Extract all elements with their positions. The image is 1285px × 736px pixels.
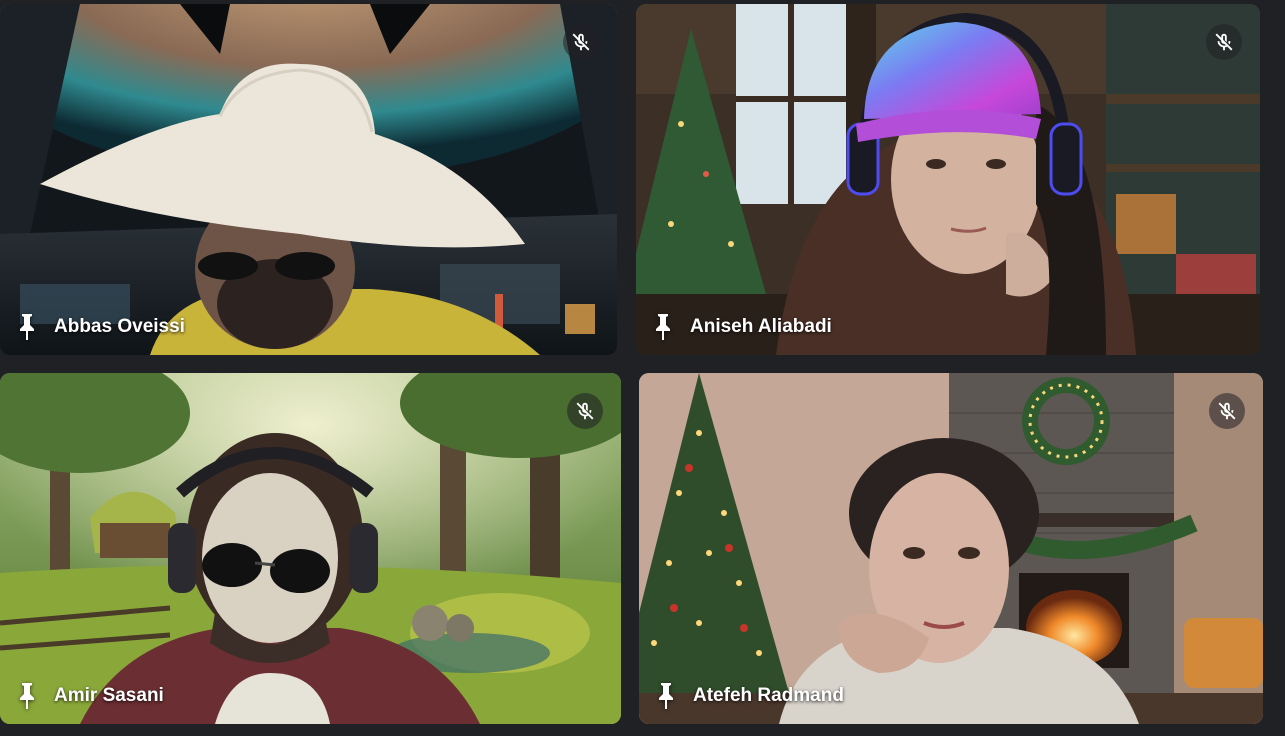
participant-name-bar: Amir Sasani bbox=[14, 680, 164, 712]
participant-name-bar: Aniseh Aliabadi bbox=[650, 311, 832, 343]
participant-video-feed bbox=[0, 373, 621, 724]
participant-name: Abbas Oveissi bbox=[54, 316, 185, 337]
pin-icon[interactable] bbox=[14, 680, 40, 712]
participant-name-bar: Atefeh Radmand bbox=[653, 680, 844, 712]
mic-off-icon bbox=[1209, 393, 1245, 429]
mic-off-icon bbox=[563, 24, 599, 60]
pin-icon[interactable] bbox=[653, 680, 679, 712]
participant-name: Aniseh Aliabadi bbox=[690, 316, 832, 337]
participant-tile-atefeh-radmand[interactable]: Atefeh Radmand bbox=[639, 373, 1263, 724]
pin-icon[interactable] bbox=[650, 311, 676, 343]
mic-off-icon bbox=[567, 393, 603, 429]
mic-off-icon bbox=[1206, 24, 1242, 60]
participant-name: Amir Sasani bbox=[54, 685, 164, 706]
participant-name-bar: Abbas Oveissi bbox=[14, 311, 185, 343]
participant-tile-abbas-oveissi[interactable]: Abbas Oveissi bbox=[0, 4, 617, 355]
participant-video-feed bbox=[639, 373, 1263, 724]
video-grid: Abbas Oveissi Aniseh Aliabadi Amir Sasan… bbox=[0, 0, 1285, 736]
participant-video-feed bbox=[0, 4, 617, 355]
participant-tile-aniseh-aliabadi[interactable]: Aniseh Aliabadi bbox=[636, 4, 1260, 355]
participant-video-feed bbox=[636, 4, 1260, 355]
participant-name: Atefeh Radmand bbox=[693, 685, 844, 706]
pin-icon[interactable] bbox=[14, 311, 40, 343]
participant-tile-amir-sasani[interactable]: Amir Sasani bbox=[0, 373, 621, 724]
